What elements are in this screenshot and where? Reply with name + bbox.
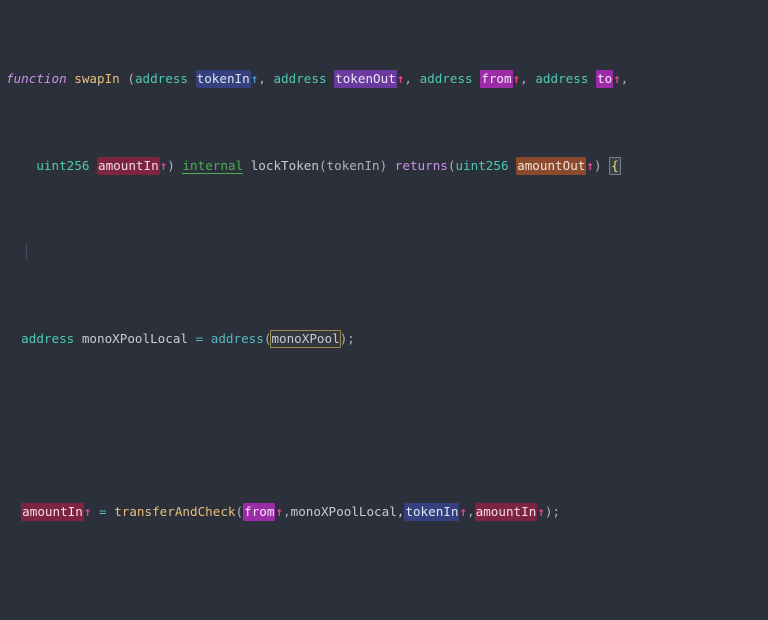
function-name: swapIn	[74, 71, 120, 87]
up-arrow-icon: ↑	[586, 157, 594, 173]
indent-guide	[26, 243, 27, 261]
code-line[interactable]: uint256 amountIn↑) internal lockToken(to…	[0, 156, 768, 175]
keyword-internal: internal	[182, 157, 244, 174]
var-amountIn: amountIn	[21, 502, 84, 521]
var-to: to	[596, 70, 614, 89]
code-line[interactable]: function swapIn (address tokenIn↑, addre…	[0, 70, 768, 89]
code-line[interactable]: address monoXPoolLocal = address(monoXPo…	[0, 329, 768, 348]
var-tokenIn: tokenIn	[195, 70, 251, 89]
code-line-blank[interactable]	[0, 589, 768, 606]
up-arrow-icon: ↑	[613, 71, 621, 87]
code-content[interactable]: function swapIn (address tokenIn↑, addre…	[0, 0, 768, 620]
keyword-function: function	[6, 71, 67, 87]
code-line[interactable]: amountIn↑ = transferAndCheck(from↑,monoX…	[0, 502, 768, 521]
var-from: from	[243, 502, 276, 521]
var-amountOut: amountOut	[516, 156, 587, 175]
code-editor[interactable]: function swapIn (address tokenIn↑, addre…	[0, 0, 768, 620]
var-amountIn: amountIn	[97, 156, 160, 175]
var-tokenOut: tokenOut	[334, 70, 397, 89]
function-call: transferAndCheck	[114, 503, 236, 519]
up-arrow-icon: ↑	[537, 503, 545, 519]
var-tokenIn: tokenIn	[404, 502, 460, 521]
up-arrow-icon: ↑	[459, 503, 468, 519]
var-amountIn: amountIn	[474, 502, 538, 521]
matching-brace: {	[609, 156, 621, 175]
up-arrow-icon: ↑	[275, 503, 284, 519]
code-line-blank[interactable]	[0, 243, 768, 261]
var-from: from	[480, 70, 513, 89]
code-line-blank[interactable]	[0, 416, 768, 433]
occurrence-monoXPool: monoXPool	[270, 329, 341, 348]
